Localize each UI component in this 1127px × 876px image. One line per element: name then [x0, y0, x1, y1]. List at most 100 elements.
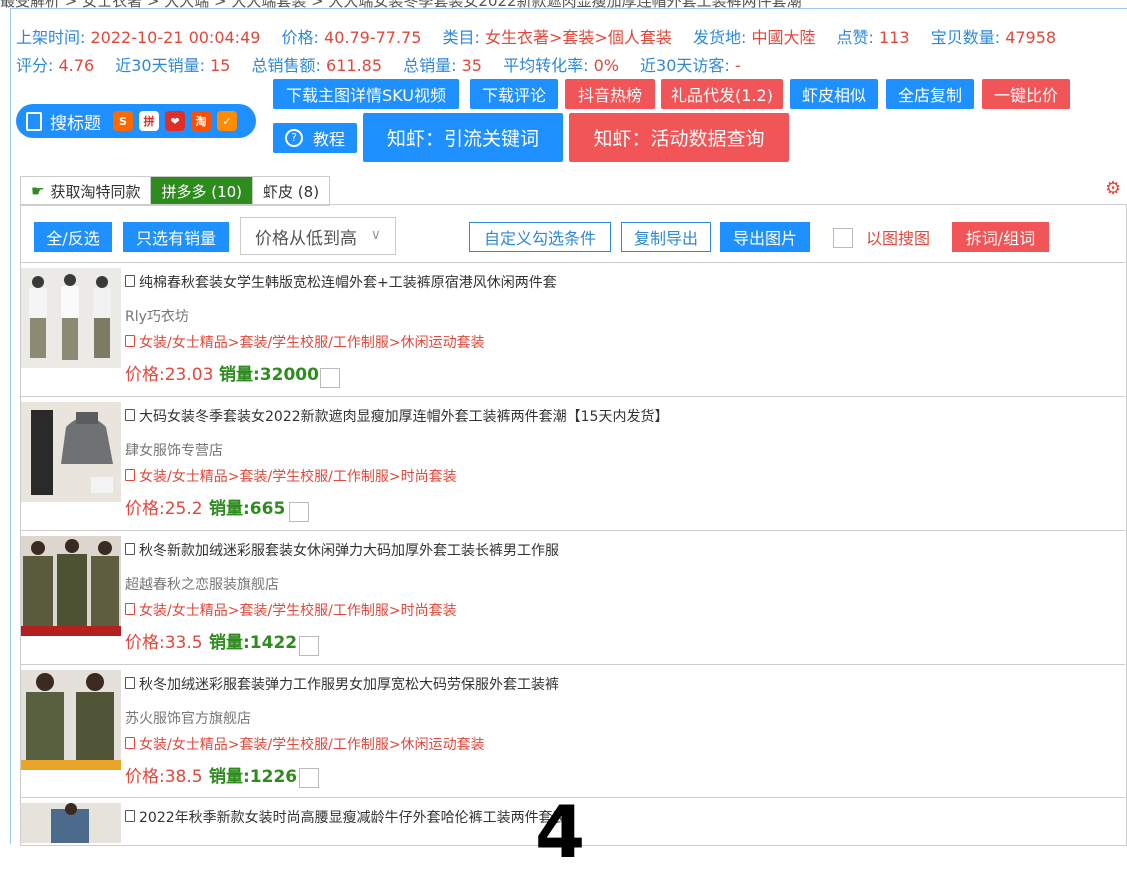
item-sales: 销量:1422: [209, 633, 298, 653]
listing-time-value: 2022-10-21 00:04:49: [90, 28, 261, 47]
conversion-label: 平均转化率:: [503, 56, 589, 75]
revenue-label: 总销售额:: [251, 56, 321, 75]
product-thumbnail[interactable]: [21, 268, 121, 368]
custom-conditions-button[interactable]: 自定义勾选条件: [469, 222, 611, 252]
item-checkbox[interactable]: [299, 768, 319, 788]
heart-icon[interactable]: ❤: [165, 111, 185, 131]
item-title[interactable]: 秋冬加绒迷彩服套装弹力工作服男女加厚宽松大码劳保服外套工装裤: [125, 674, 559, 694]
copy-icon[interactable]: [125, 677, 135, 689]
item-price: 价格:33.5: [125, 633, 203, 653]
download-reviews-button[interactable]: 下载评论: [470, 79, 558, 109]
list-item[interactable]: 秋冬加绒迷彩服套装弹力工作服男女加厚宽松大码劳保服外套工装裤 苏火服饰官方旗舰店…: [21, 664, 1125, 798]
tab-taote[interactable]: ☛ 获取淘特同款: [21, 177, 152, 205]
total-sales-value: 35: [461, 56, 482, 75]
keywords-button[interactable]: 知虾：引流关键词: [363, 113, 563, 162]
source-tabs: ☛ 获取淘特同款 拼多多 (10) 虾皮 (8): [20, 176, 331, 206]
item-title[interactable]: 秋冬新款加绒迷彩服套装女休闲弹力大码加厚外套工装长裤男工作服: [125, 540, 559, 560]
list-item[interactable]: 大码女装冬季套装女2022新款遮肉显瘦加厚连帽外套工装裤两件套潮【15天内发货】…: [21, 396, 1125, 530]
shop-icon[interactable]: S: [113, 111, 133, 131]
copy-icon[interactable]: [125, 737, 135, 749]
rating-value: 4.76: [58, 56, 95, 75]
item-title[interactable]: 大码女装冬季套装女2022新款遮肉显瘦加厚连帽外套工装裤两件套潮【15天内发货】: [125, 406, 668, 426]
export-image-button[interactable]: 导出图片: [720, 222, 810, 252]
item-checkbox[interactable]: [299, 636, 319, 656]
copy-icon[interactable]: [125, 543, 135, 555]
item-price: 价格:23.03: [125, 365, 214, 385]
item-shop: 超越春秋之恋服装旗舰店: [125, 577, 279, 593]
list-item[interactable]: 秋冬新款加绒迷彩服套装女休闲弹力大码加厚外套工装长裤男工作服 超越春秋之恋服装旗…: [21, 530, 1125, 664]
search-title-label: 搜标题: [50, 113, 101, 134]
compare-button[interactable]: 一键比价: [982, 79, 1070, 109]
item-category: 女装/女士精品>套装/学生校服/工作制服>时尚套装: [125, 600, 457, 620]
copy-icon[interactable]: [125, 335, 135, 347]
category-label: 类目:: [442, 28, 480, 47]
pinduoduo-icon[interactable]: 拼: [139, 111, 159, 131]
ship-from-label: 发货地:: [692, 28, 747, 47]
tab-pinduoduo[interactable]: 拼多多 (10): [151, 177, 254, 205]
select-all-button[interactable]: 全/反选: [34, 222, 112, 252]
item-sales: 销量:1226: [209, 767, 298, 787]
chevron-down-icon: ∨: [370, 227, 381, 243]
item-checkbox[interactable]: [320, 368, 340, 388]
overlay-number: 4: [535, 790, 586, 874]
copy-icon[interactable]: [125, 603, 135, 615]
rating-label: 评分:: [16, 56, 54, 75]
gift-button[interactable]: 礼品代发(1.2): [661, 79, 783, 109]
sort-select-value: 价格从低到高: [255, 228, 357, 249]
product-thumbnail[interactable]: [21, 803, 121, 843]
info-row-2: 评分: 4.76 近30天销量: 15 总销售额: 611.85 总销量: 35…: [16, 52, 757, 76]
info-row-1: 上架时间: 2022-10-21 00:04:49 价格: 40.79-77.7…: [16, 24, 1072, 48]
item-category: 女装/女士精品>套装/学生校服/工作制服>休闲运动套装: [125, 734, 485, 754]
tutorial-button[interactable]: ? 教程: [273, 123, 357, 153]
douyin-hot-button[interactable]: 抖音热榜: [565, 79, 655, 109]
item-sales: 销量:665: [209, 499, 286, 519]
copy-shop-button[interactable]: 全店复制: [886, 79, 974, 109]
item-sales: 销量:32000: [219, 365, 319, 385]
item-price: 价格:25.2: [125, 499, 203, 519]
copy-icon[interactable]: [125, 810, 135, 822]
conversion-value: 0%: [593, 56, 619, 75]
list-item[interactable]: 纯棉春秋套装女学生韩版宽松连帽外套+工装裤原宿港风休闲两件套 Rly巧衣坊 女装…: [21, 262, 1125, 396]
gear-icon[interactable]: ⚙: [1105, 180, 1123, 198]
copy-icon[interactable]: [125, 275, 135, 287]
item-category: 女装/女士精品>套装/学生校服/工作制服>休闲运动套装: [125, 332, 485, 352]
revenue-value: 611.85: [326, 56, 383, 75]
image-search-label[interactable]: 以图搜图: [860, 222, 936, 252]
copy-icon[interactable]: [125, 409, 135, 421]
check-icon[interactable]: ✓: [217, 111, 237, 131]
item-title[interactable]: 2022年秋季新款女装时尚高腰显瘦减龄牛仔外套哈伦裤工装两件套装: [125, 807, 567, 827]
item-checkbox[interactable]: [289, 502, 309, 522]
tab-shopee[interactable]: 虾皮 (8): [253, 177, 330, 205]
item-title[interactable]: 纯棉春秋套装女学生韩版宽松连帽外套+工装裤原宿港风休闲两件套: [125, 272, 557, 292]
help-icon: ?: [284, 129, 303, 147]
split-words-button[interactable]: 拆词/组词: [952, 222, 1049, 252]
breadcrumb: 最受解析 > 女士衣著 > 大大端 > 大大端套装 > 大大端女装冬季套装女20…: [0, 0, 1127, 8]
item-shop: 肆女服饰专营店: [125, 443, 223, 459]
copy-icon[interactable]: [125, 469, 135, 481]
taobao-icon[interactable]: 淘: [191, 111, 211, 131]
tutorial-label: 教程: [312, 130, 345, 149]
item-category: 女装/女士精品>套装/学生校服/工作制服>时尚套装: [125, 466, 457, 486]
copy-icon: [26, 111, 42, 131]
item-shop: Rly巧衣坊: [125, 309, 189, 325]
copy-export-button[interactable]: 复制导出: [621, 222, 711, 252]
listing-time-label: 上架时间:: [16, 28, 86, 47]
item-shop: 苏火服饰官方旗舰店: [125, 711, 251, 727]
only-sales-button[interactable]: 只选有销量: [123, 222, 229, 252]
visitors-value: -: [734, 56, 741, 75]
product-thumbnail[interactable]: [21, 536, 121, 636]
activity-button[interactable]: 知虾：活动数据查询: [569, 113, 789, 162]
price-label: 价格:: [281, 28, 319, 47]
product-thumbnail[interactable]: [21, 402, 121, 502]
item-count-label: 宝贝数量:: [930, 28, 1001, 47]
download-main-button[interactable]: 下载主图详情SKU视频: [273, 79, 459, 109]
item-price: 价格:38.5: [125, 767, 203, 787]
hand-pointer-icon: ☛: [31, 182, 45, 200]
price-value: 40.79-77.75: [324, 28, 422, 47]
visitors-label: 近30天访客:: [640, 56, 730, 75]
sort-select[interactable]: 价格从低到高 ∨: [240, 217, 396, 255]
image-search-checkbox[interactable]: [833, 228, 853, 248]
shopee-similar-button[interactable]: 虾皮相似: [790, 79, 878, 109]
search-title-button[interactable]: 搜标题 S 拼 ❤ 淘 ✓: [16, 104, 256, 138]
product-thumbnail[interactable]: [21, 670, 121, 770]
